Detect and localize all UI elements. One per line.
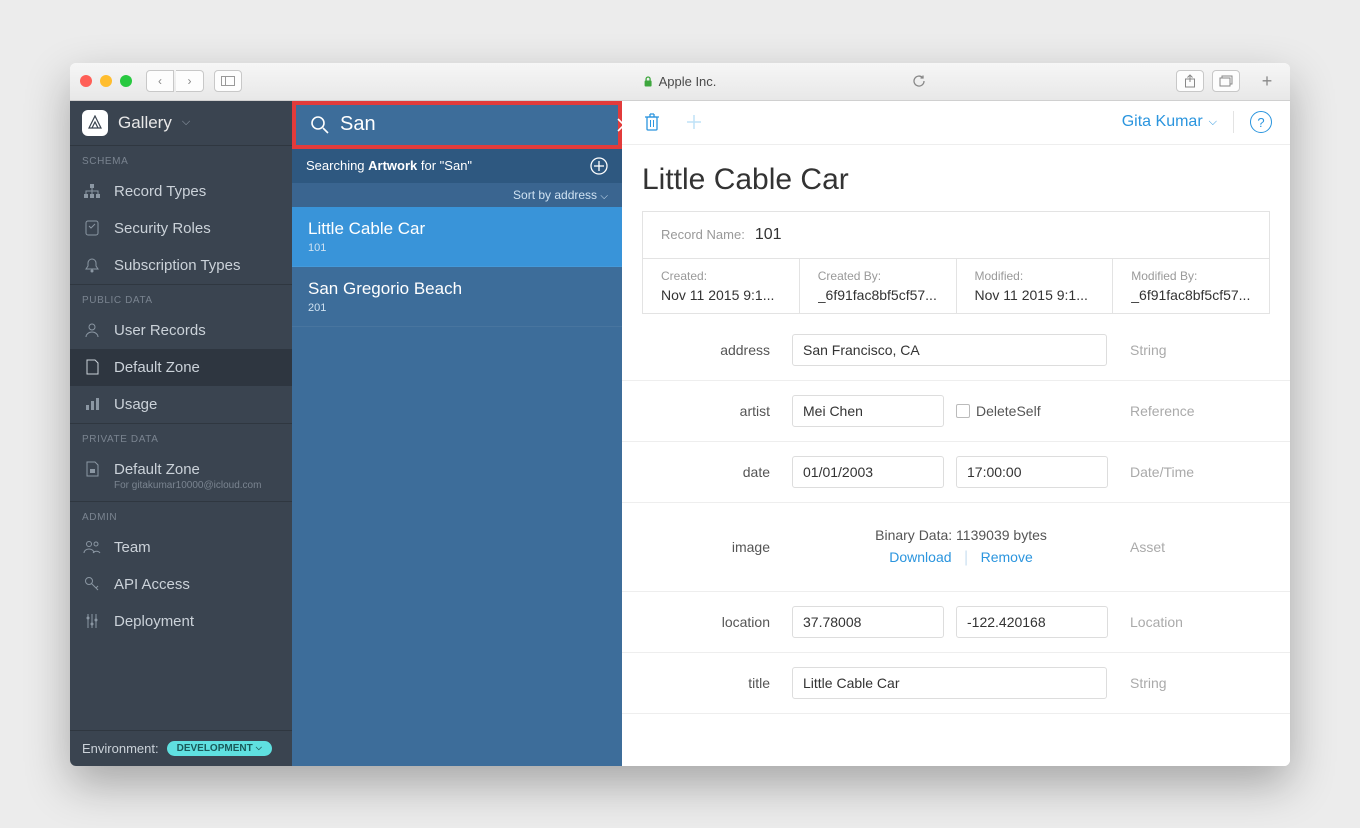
section-private-data: PRIVATE DATA: [70, 423, 292, 451]
lock-icon: [644, 76, 653, 87]
badge-icon: [82, 220, 102, 236]
zoom-window-button[interactable]: [120, 75, 132, 87]
record-title: Little Cable Car: [622, 145, 1290, 211]
search-bar: [292, 101, 622, 149]
record-metadata: Record Name: 101 Created:Nov 11 2015 9:1…: [642, 211, 1270, 314]
sidebar-item-security-roles[interactable]: Security Roles: [70, 210, 292, 247]
chevron-down-icon: ⌵: [256, 743, 262, 753]
field-image: image Binary Data: 1139039 bytes Downloa…: [622, 503, 1290, 592]
sidebar-item-api-access[interactable]: API Access: [70, 566, 292, 603]
latitude-input[interactable]: [792, 606, 944, 638]
reload-icon[interactable]: [908, 70, 930, 92]
section-schema: SCHEMA: [70, 145, 292, 173]
environment-indicator: Environment: DEVELOPMENT⌵: [70, 730, 292, 766]
sidebar-item-deployment[interactable]: Deployment: [70, 603, 292, 640]
download-link[interactable]: Download: [889, 549, 951, 565]
title-input[interactable]: [792, 667, 1107, 699]
app-sidebar: Gallery ⌵ SCHEMA Record Types Security R…: [70, 101, 292, 766]
section-admin: ADMIN: [70, 501, 292, 529]
forward-button[interactable]: ›: [176, 70, 204, 92]
sidebar-item-subscription-types[interactable]: Subscription Types: [70, 247, 292, 284]
chart-icon: [82, 397, 102, 411]
record-list-column: Searching Artwork for "San" Sort by addr…: [292, 101, 622, 766]
sidebar-toggle-button[interactable]: [214, 70, 242, 92]
file-icon: [82, 359, 102, 375]
close-window-button[interactable]: [80, 75, 92, 87]
nav-back-forward: ‹ ›: [146, 70, 204, 92]
sidebar-item-team[interactable]: Team: [70, 529, 292, 566]
environment-pill[interactable]: DEVELOPMENT⌵: [167, 741, 272, 756]
browser-window: ‹ › Apple Inc. +: [70, 63, 1290, 766]
remove-link[interactable]: Remove: [981, 549, 1033, 565]
delete-self-checkbox[interactable]: DeleteSelf: [956, 403, 1041, 419]
chevron-down-icon: ⌵: [600, 191, 608, 202]
date-input[interactable]: [792, 456, 944, 488]
sort-selector[interactable]: Sort by address ⌵: [292, 183, 622, 207]
sidebar-item-private-default-zone[interactable]: Default ZoneFor gitakumar10000@icloud.co…: [70, 451, 292, 501]
minimize-window-button[interactable]: [100, 75, 112, 87]
search-info-bar: Searching Artwork for "San": [292, 149, 622, 183]
search-icon: [310, 115, 330, 135]
sidebar-item-record-types[interactable]: Record Types: [70, 173, 292, 210]
bell-icon: [82, 257, 102, 273]
url-bar[interactable]: Apple Inc.: [644, 74, 717, 89]
time-input[interactable]: [956, 456, 1108, 488]
field-artist: artist DeleteSelf Reference: [622, 381, 1290, 442]
field-address: address String: [622, 320, 1290, 381]
sidebar-item-default-zone[interactable]: Default Zone: [70, 349, 292, 386]
add-filter-icon[interactable]: [590, 157, 608, 175]
field-date: date Date/Time: [622, 442, 1290, 503]
titlebar: ‹ › Apple Inc. +: [70, 63, 1290, 101]
field-location: location Location: [622, 592, 1290, 653]
app-icon: [82, 110, 108, 136]
url-host: Apple Inc.: [659, 74, 717, 89]
add-button[interactable]: [682, 110, 706, 134]
section-public-data: PUBLIC DATA: [70, 284, 292, 312]
key-icon: [82, 576, 102, 592]
record-detail-pane: Gita Kumar⌵ ? Little Cable Car Record Na…: [622, 101, 1290, 766]
tabs-button[interactable]: [1212, 70, 1240, 92]
file-lock-icon: [82, 461, 102, 477]
sidebar-item-usage[interactable]: Usage: [70, 386, 292, 423]
user-icon: [82, 322, 102, 338]
result-item[interactable]: San Gregorio Beach 201: [292, 267, 622, 327]
app-switcher[interactable]: Gallery ⌵: [70, 101, 292, 145]
share-button[interactable]: [1176, 70, 1204, 92]
chevron-down-icon: ⌵: [182, 116, 190, 129]
team-icon: [82, 540, 102, 554]
help-button[interactable]: ?: [1250, 111, 1272, 133]
delete-button[interactable]: [640, 110, 664, 134]
address-input[interactable]: [792, 334, 1107, 366]
hierarchy-icon: [82, 184, 102, 198]
user-menu[interactable]: Gita Kumar⌵: [1122, 113, 1217, 131]
artist-input[interactable]: [792, 395, 944, 427]
sidebar-item-user-records[interactable]: User Records: [70, 312, 292, 349]
new-tab-button[interactable]: +: [1254, 71, 1280, 92]
back-button[interactable]: ‹: [146, 70, 174, 92]
field-title: title String: [622, 653, 1290, 714]
window-controls: [80, 75, 132, 87]
result-item[interactable]: Little Cable Car 101: [292, 207, 622, 267]
search-input[interactable]: [340, 113, 605, 136]
sliders-icon: [82, 613, 102, 629]
chevron-down-icon: ⌵: [1209, 116, 1217, 129]
longitude-input[interactable]: [956, 606, 1108, 638]
